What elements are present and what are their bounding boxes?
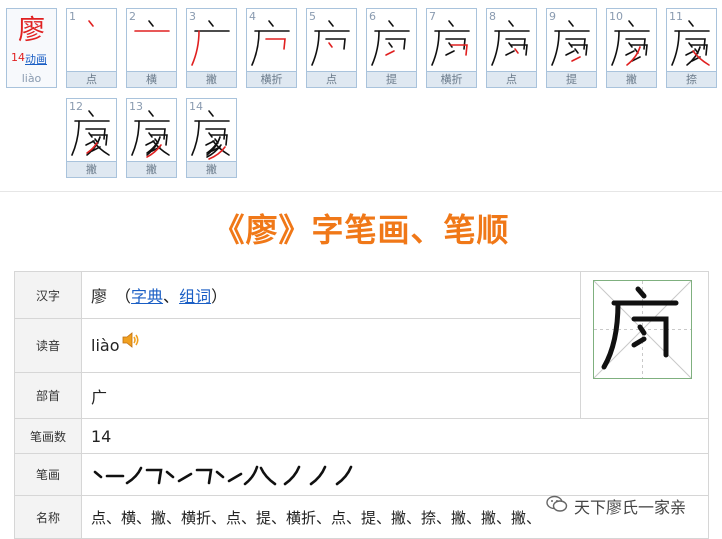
page-title: 《廖》字笔画、笔顺: [212, 211, 510, 249]
stroke-step-label: 撇: [67, 161, 116, 177]
stroke-step-label: 横折: [427, 71, 476, 87]
stroke-step-tile[interactable]: 8点: [486, 8, 537, 88]
row-label: 汉字: [15, 272, 82, 318]
stroke-step-number: 1: [69, 10, 76, 23]
radical-value: 广: [91, 387, 108, 407]
stroke-names: 点、横、撇、横折、点、提、横折、点、提、撇、捺、撇、撇、撇、: [91, 508, 542, 527]
stroke-step-label: 提: [367, 71, 416, 87]
stroke-step-number: 9: [549, 10, 556, 23]
speaker-icon[interactable]: [121, 331, 141, 353]
stroke-step-tile[interactable]: 7 横折: [426, 8, 477, 88]
stroke-step-number: 7: [429, 10, 436, 23]
writing-preview: [593, 280, 692, 379]
dictionary-link[interactable]: 字典: [131, 283, 163, 307]
stroke-step-tile[interactable]: 10 撇: [606, 8, 657, 88]
stroke-step-label: 横: [127, 71, 176, 87]
wechat-icon: [546, 495, 568, 517]
animation-link[interactable]: 动画: [25, 51, 47, 67]
stroke-order-panel: 廖 14 动画 liào 1 点 2 横 3 撇 4 横折 5 点 6 提 7 横折 8 点 9 提 10 撇 11 捺 1…: [0, 0, 722, 190]
reading-cell: liào: [91, 319, 141, 372]
close-paren: ）: [211, 287, 228, 306]
stroke-step-tile[interactable]: 11 捺: [666, 8, 717, 88]
stroke-step-tile[interactable]: 1点: [66, 8, 117, 88]
hanzi-cell: 廖 （ 字典 、 组词 ）: [91, 272, 227, 318]
row-radical: 部首 广: [15, 373, 580, 419]
stroke-count-value: 14: [91, 426, 112, 446]
row-label: 笔画数: [15, 419, 82, 453]
stroke-step-tile[interactable]: 12 撇: [66, 98, 117, 178]
stroke-step-label: 点: [487, 71, 536, 87]
stroke-step-tile[interactable]: 6提: [366, 8, 417, 88]
row-strokes: 笔画: [15, 454, 708, 496]
character-summary-tile: 廖 14 动画 liào: [6, 8, 57, 88]
stroke-step-tile[interactable]: 4 横折: [246, 8, 297, 88]
stroke-step-label: 撇: [187, 71, 236, 87]
row-reading: 读音 liào: [15, 319, 580, 373]
stroke-step-number: 2: [129, 10, 136, 23]
stroke-step-tile[interactable]: 2横: [126, 8, 177, 88]
character-pinyin: liào: [21, 72, 42, 85]
stroke-step-number: 4: [249, 10, 256, 23]
stroke-step-tile[interactable]: 3撇: [186, 8, 237, 88]
divider: [0, 191, 722, 192]
stroke-step-number: 5: [309, 10, 316, 23]
stroke-step-number: 13: [129, 100, 143, 113]
stroke-step-number: 14: [189, 100, 203, 113]
stroke-step-label: 点: [67, 71, 116, 87]
stroke-step-label: 撇: [187, 161, 236, 177]
stroke-step-tile[interactable]: 9提: [546, 8, 597, 88]
row-label: 名称: [15, 496, 82, 538]
stroke-step-tile[interactable]: 13 撇: [126, 98, 177, 178]
row-label: 读音: [15, 319, 82, 372]
stroke-step-number: 11: [669, 10, 683, 23]
character-glyph: 廖: [18, 15, 45, 46]
pinyin-value: liào: [91, 336, 120, 355]
stroke-step-label: 撇: [607, 71, 656, 87]
row-label: 笔画: [15, 454, 82, 495]
stroke-step-tile[interactable]: 14 撇: [186, 98, 237, 178]
row-hanzi: 汉字 廖 （ 字典 、 组词 ）: [15, 272, 580, 319]
watermark-text: 天下廖氏一家亲: [574, 498, 687, 517]
stroke-step-label: 点: [307, 71, 356, 87]
stroke-sequence: [91, 454, 401, 495]
word-group-link[interactable]: 组词: [179, 283, 211, 307]
stroke-step-number: 8: [489, 10, 496, 23]
hanzi-value: 廖: [91, 287, 108, 306]
row-label: 部首: [15, 373, 82, 418]
open-paren: （: [115, 287, 132, 306]
stroke-step-tile[interactable]: 5点: [306, 8, 357, 88]
watermark: 天下廖氏一家亲: [546, 494, 686, 518]
stroke-count: 14: [11, 51, 25, 64]
stroke-step-label: 捺: [667, 71, 716, 87]
row-stroke-count: 笔画数 14: [15, 419, 708, 454]
stroke-step-label: 撇: [127, 161, 176, 177]
stroke-step-number: 12: [69, 100, 83, 113]
stroke-step-label: 提: [547, 71, 596, 87]
stroke-step-number: 10: [609, 10, 623, 23]
stroke-step-number: 3: [189, 10, 196, 23]
separator: 、: [163, 287, 180, 306]
stroke-step-label: 横折: [247, 71, 296, 87]
stroke-step-number: 6: [369, 10, 376, 23]
